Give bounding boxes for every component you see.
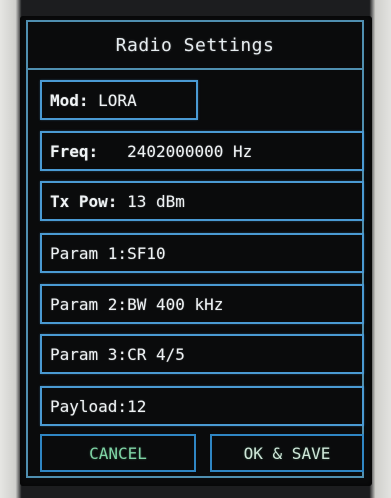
param1-field[interactable]: Param 1: SF10 xyxy=(40,233,364,273)
mod-field[interactable]: Mod: LORA xyxy=(40,80,198,120)
param2-field[interactable]: Param 2: BW 400 kHz xyxy=(40,284,364,324)
tx-pow-value: 13 dBm xyxy=(117,191,185,211)
ok-save-button[interactable]: OK & SAVE xyxy=(210,434,364,472)
freq-value: 2402000000 Hz xyxy=(98,141,253,161)
mod-label: Mod: xyxy=(50,90,89,110)
freq-label: Freq: xyxy=(50,141,99,161)
param1-value: SF10 xyxy=(127,243,166,263)
payload-value: 12 xyxy=(127,396,147,416)
payload-field[interactable]: Payload: 12 xyxy=(40,386,364,426)
lcd-screen: Radio Settings Mod: LORA Freq: 240200000… xyxy=(20,16,372,486)
mod-value: LORA xyxy=(88,90,137,110)
cancel-button[interactable]: CANCEL xyxy=(40,434,196,472)
param1-label: Param 1: xyxy=(50,243,128,263)
dialog-title: Radio Settings xyxy=(28,22,362,70)
freq-field[interactable]: Freq: 2402000000 Hz xyxy=(40,131,364,171)
payload-label: Payload: xyxy=(50,396,128,416)
param3-label: Param 3: xyxy=(50,344,128,364)
param2-label: Param 2: xyxy=(50,294,128,314)
param2-value: BW 400 kHz xyxy=(127,294,224,314)
tx-pow-label: Tx Pow: xyxy=(50,191,118,211)
param3-value: CR 4/5 xyxy=(127,344,185,364)
param3-field[interactable]: Param 3: CR 4/5 xyxy=(40,334,364,374)
tx-pow-field[interactable]: Tx Pow: 13 dBm xyxy=(40,181,364,221)
